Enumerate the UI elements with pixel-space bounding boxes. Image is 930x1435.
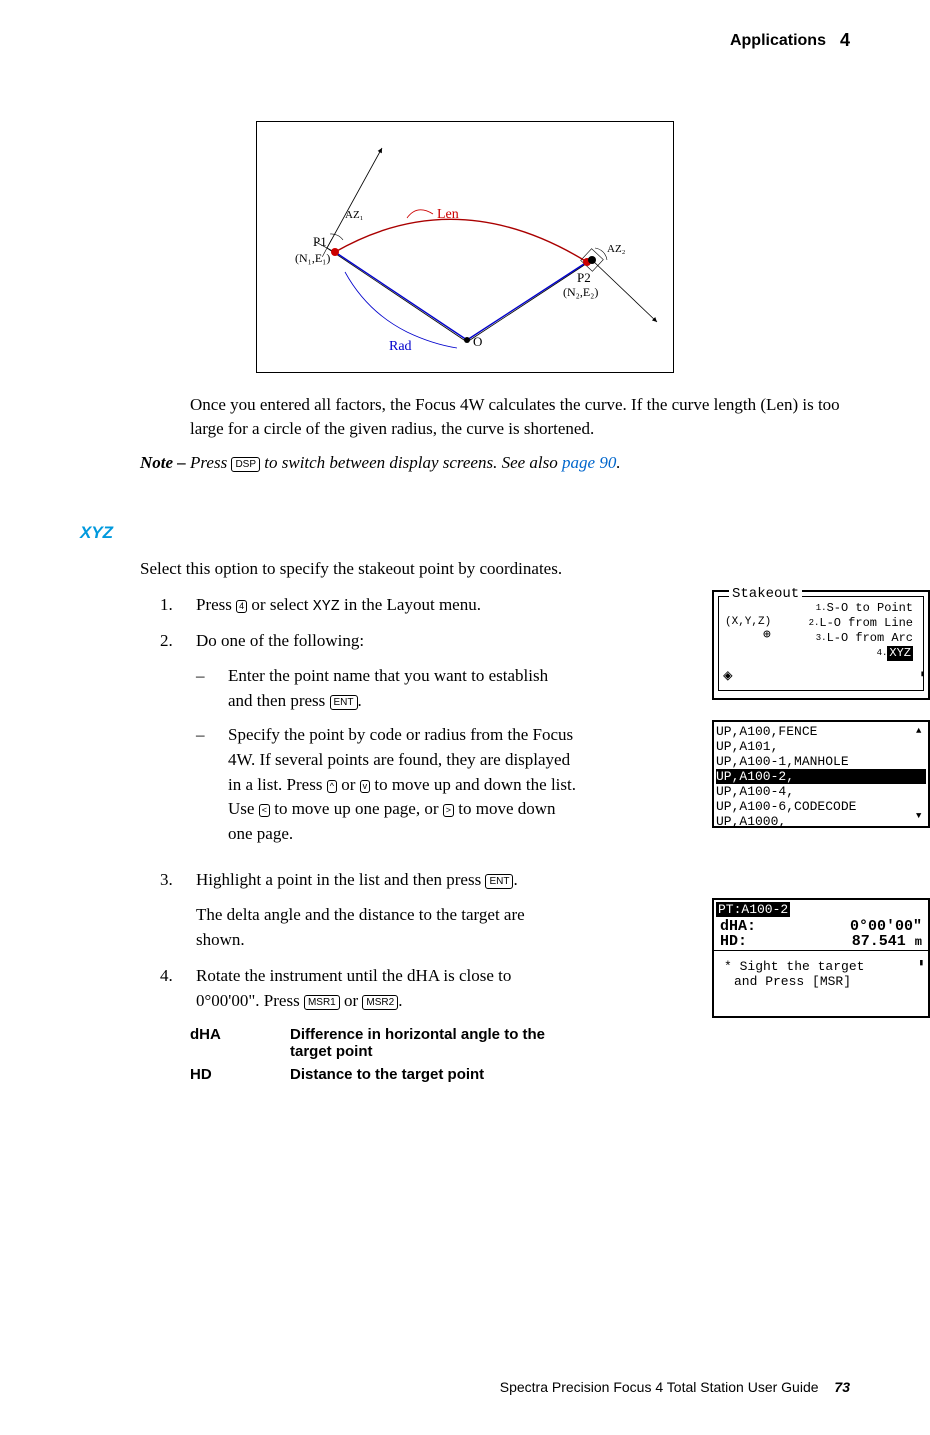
step-2a: – Enter the point name that you want to … (196, 664, 576, 713)
device-screen-point-list: UP,A100,FENCE UP,A101, UP,A100-1,MANHOLE… (712, 720, 930, 828)
step-2b: – Specify the point by code or radius fr… (196, 723, 576, 846)
list-row-6: UP,A1000, (716, 814, 926, 829)
key-dsp: DSP (231, 457, 260, 472)
menu-item-2: L-O from Line (819, 616, 913, 631)
definitions-table: dHA Difference in horizontal angle to th… (190, 1026, 850, 1083)
s3-hd-val: 87.541 (852, 933, 906, 950)
key-down: v (360, 780, 371, 793)
section-intro: Select this option to specify the stakeo… (140, 559, 850, 579)
link-page-90[interactable]: page 90 (562, 453, 616, 472)
scroll-down-icon: ▼ (916, 809, 921, 824)
battery-icon-3: ▮ (919, 956, 924, 971)
key-ent-2: ENT (485, 874, 513, 889)
key-up: ^ (327, 780, 337, 793)
menu-item-4: XYZ (887, 646, 913, 661)
diagram-container: P1 (N₁,E₁) P2 (N₂,E₂) AZ₁ AZ₂ Len Rad O (80, 121, 850, 373)
def-dha-term: dHA (190, 1026, 260, 1060)
def-hd-desc: Distance to the target point (290, 1066, 484, 1083)
s3-hd-label: HD: (720, 934, 747, 950)
page-footer: Spectra Precision Focus 4 Total Station … (500, 1379, 850, 1395)
target-icon: ⊕ (763, 627, 771, 642)
key-left: < (259, 804, 270, 817)
note-dsp: Note – Press DSP to switch between displ… (140, 453, 850, 473)
s3-pt: PT:A100-2 (716, 902, 790, 917)
header-title: Applications (730, 32, 826, 50)
prism-icon: ◈ (723, 669, 733, 684)
key-ent-1: ENT (330, 695, 358, 710)
label-az1: AZ₁ (345, 209, 364, 221)
key-4: 4 (236, 600, 247, 613)
s3-dha-label: dHA: (720, 919, 756, 934)
key-msr2: MSR2 (362, 995, 398, 1010)
menu-item-1: S-O to Point (827, 601, 913, 616)
scroll-up-icon: ▲ (916, 724, 921, 739)
menu-item-3: L-O from Arc (827, 631, 913, 646)
key-right: > (443, 804, 454, 817)
xyz-menu-label: XYZ (313, 598, 340, 615)
s3-msg2: and Press [MSR] (714, 974, 928, 989)
label-p2-coord: (N₂,E₂) (563, 285, 598, 299)
para-curve-calc: Once you entered all factors, the Focus … (190, 393, 850, 441)
label-p1: P1 (313, 234, 327, 249)
def-dha-desc: Difference in horizontal angle to the ta… (290, 1026, 550, 1060)
section-heading-xyz: XYZ (80, 523, 850, 543)
arc-diagram: P1 (N₁,E₁) P2 (N₂,E₂) AZ₁ AZ₂ Len Rad O (256, 121, 674, 373)
s3-dha-val: 0°00'00" (850, 919, 922, 934)
device-screen-stakeout-display: PT:A100-2 dHA: 0°00'00" HD: 87.541 m * S… (712, 898, 930, 1018)
label-p1-coord: (N₁,E₁) (295, 251, 330, 265)
list-row-1: UP,A101, (716, 739, 926, 754)
s3-msg1: * Sight the target (714, 959, 928, 974)
key-msr1: MSR1 (304, 995, 340, 1010)
label-az2: AZ₂ (607, 243, 626, 255)
header-chapter: 4 (840, 30, 850, 51)
label-o: O (473, 334, 482, 349)
label-len: Len (437, 207, 459, 222)
list-row-5: UP,A100-6,CODECODE (716, 799, 926, 814)
s3-hd-unit: m (915, 935, 922, 949)
page-header: Applications 4 (80, 30, 850, 51)
def-hd-term: HD (190, 1066, 260, 1083)
footer-page: 73 (834, 1379, 850, 1395)
list-row-3: UP,A100-2, (716, 769, 926, 784)
battery-icon: ▮ (920, 667, 925, 682)
list-row-0: UP,A100,FENCE (716, 724, 926, 739)
footer-text: Spectra Precision Focus 4 Total Station … (500, 1379, 819, 1395)
list-row-2: UP,A100-1,MANHOLE (716, 754, 926, 769)
step-3-para: The delta angle and the distance to the … (196, 903, 576, 952)
note-label: Note – (140, 453, 190, 472)
screen1-title: Stakeout (729, 587, 802, 602)
label-rad: Rad (389, 339, 412, 354)
list-row-4: UP,A100-4, (716, 784, 926, 799)
label-p2: P2 (577, 270, 591, 285)
device-screen-stakeout-menu: Stakeout (X,Y,Z) ⊕ 1.S-O to Point 2.L-O … (712, 590, 930, 700)
